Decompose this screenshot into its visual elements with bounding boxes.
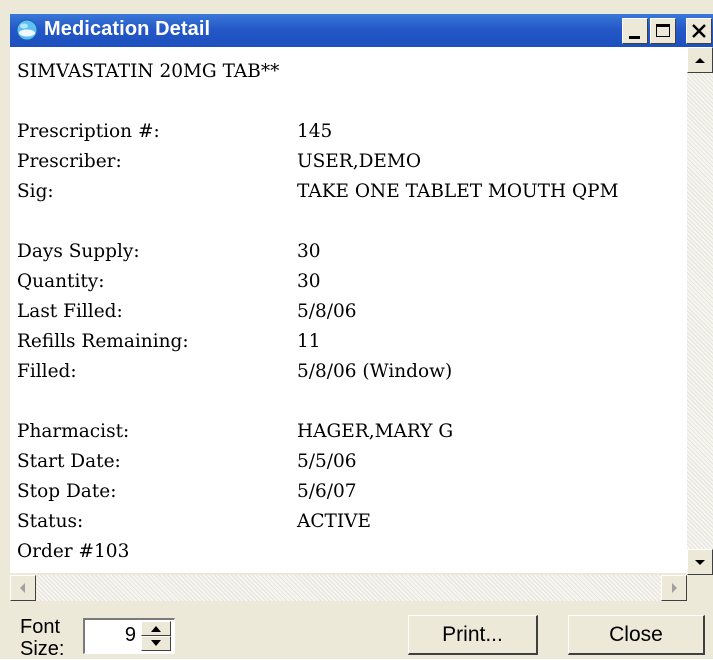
row-label: Last Filled: — [17, 301, 123, 322]
row-value: 5/5/06 — [297, 451, 357, 472]
maximize-icon — [656, 24, 670, 37]
order-number: Order #103 — [17, 541, 130, 562]
font-size-value[interactable]: 9 — [125, 624, 136, 647]
row-value: 11 — [297, 331, 321, 352]
maximize-button[interactable] — [650, 18, 676, 44]
minimize-icon — [629, 36, 640, 39]
detail-row: Prescriber: USER,DEMO — [17, 147, 619, 177]
arrow-up-icon — [151, 626, 161, 632]
close-button[interactable]: Close — [568, 615, 705, 655]
scroll-left-button[interactable] — [10, 575, 36, 601]
detail-row: Last Filled: 5/8/06 — [17, 297, 619, 327]
row-label: Prescriber: — [17, 151, 122, 172]
arrow-down-icon — [151, 640, 161, 646]
font-size-label: Font Size: — [20, 616, 80, 660]
vertical-scrollbar[interactable] — [687, 47, 713, 575]
row-value: ACTIVE — [297, 511, 372, 532]
row-label: Pharmacist: — [17, 421, 130, 442]
detail-row: Days Supply: 30 — [17, 237, 619, 267]
row-label: Days Supply: — [17, 241, 140, 262]
close-window-button[interactable] — [686, 18, 712, 44]
row-label: Stop Date: — [17, 481, 117, 502]
print-button[interactable]: Print... — [408, 615, 538, 655]
font-size-increase-button[interactable] — [141, 621, 171, 636]
scroll-up-button[interactable] — [687, 47, 713, 73]
scroll-down-button[interactable] — [687, 549, 713, 575]
detail-row: Start Date: 5/5/06 — [17, 447, 619, 477]
row-value: 5/6/07 — [297, 481, 357, 502]
font-size-label-line2: Size: — [20, 638, 65, 660]
row-label: Quantity: — [17, 271, 105, 292]
row-label: Refills Remaining: — [17, 331, 189, 352]
row-label: Filled: — [17, 361, 77, 382]
row-value: USER,DEMO — [297, 151, 422, 172]
bottom-bar: Font Size: 9 Print... Close — [10, 601, 713, 660]
detail-row: Stop Date: 5/6/07 — [17, 477, 619, 507]
row-value: 5/8/06 — [297, 301, 357, 322]
horizontal-scrollbar[interactable] — [10, 575, 687, 601]
row-value: HAGER,MARY G — [297, 421, 454, 442]
row-label: Start Date: — [17, 451, 121, 472]
medication-name: SIMVASTATIN 20MG TAB** — [17, 61, 280, 82]
detail-text-block: SIMVASTATIN 20MG TAB** Prescription #: 145… — [17, 57, 619, 567]
minimize-button[interactable] — [622, 18, 648, 44]
globe-icon — [16, 19, 38, 41]
detail-row: Pharmacist: HAGER,MARY G — [17, 417, 619, 447]
close-icon — [692, 24, 706, 38]
font-size-decrease-button[interactable] — [141, 636, 171, 651]
window-title: Medication Detail — [44, 18, 211, 40]
arrow-up-icon — [695, 58, 705, 63]
detail-row: Refills Remaining: 11 — [17, 327, 619, 357]
arrow-down-icon — [695, 560, 705, 565]
horizontal-scroll-track[interactable] — [36, 575, 661, 601]
detail-row: Filled: 5/8/06 (Window) — [17, 357, 619, 387]
row-label: Prescription #: — [17, 121, 160, 142]
title-bar[interactable]: Medication Detail — [10, 14, 713, 47]
detail-row: Status: ACTIVE — [17, 507, 619, 537]
row-value: 30 — [297, 241, 321, 262]
row-label: Sig: — [17, 181, 54, 202]
row-value: 30 — [297, 271, 321, 292]
scrollbar-corner — [687, 575, 713, 601]
row-value: 5/8/06 (Window) — [297, 361, 453, 382]
detail-row: Sig: TAKE ONE TABLET MOUTH QPM — [17, 177, 619, 207]
arrow-left-icon — [20, 583, 25, 593]
scroll-right-button[interactable] — [661, 575, 687, 601]
font-size-label-line1: Font — [20, 616, 61, 638]
font-size-spinner[interactable]: 9 — [83, 618, 175, 654]
row-label: Status: — [17, 511, 84, 532]
arrow-right-icon — [672, 583, 677, 593]
vertical-scroll-track[interactable] — [687, 73, 713, 549]
row-value: TAKE ONE TABLET MOUTH QPM — [297, 181, 619, 202]
row-value: 145 — [297, 121, 333, 142]
medication-detail-text[interactable]: SIMVASTATIN 20MG TAB** Prescription #: 145… — [10, 47, 687, 573]
detail-row: Quantity: 30 — [17, 267, 619, 297]
medication-detail-window: Medication Detail SIMVASTATIN 20MG TAB**… — [0, 0, 713, 660]
detail-row: Prescription #: 145 — [17, 117, 619, 147]
